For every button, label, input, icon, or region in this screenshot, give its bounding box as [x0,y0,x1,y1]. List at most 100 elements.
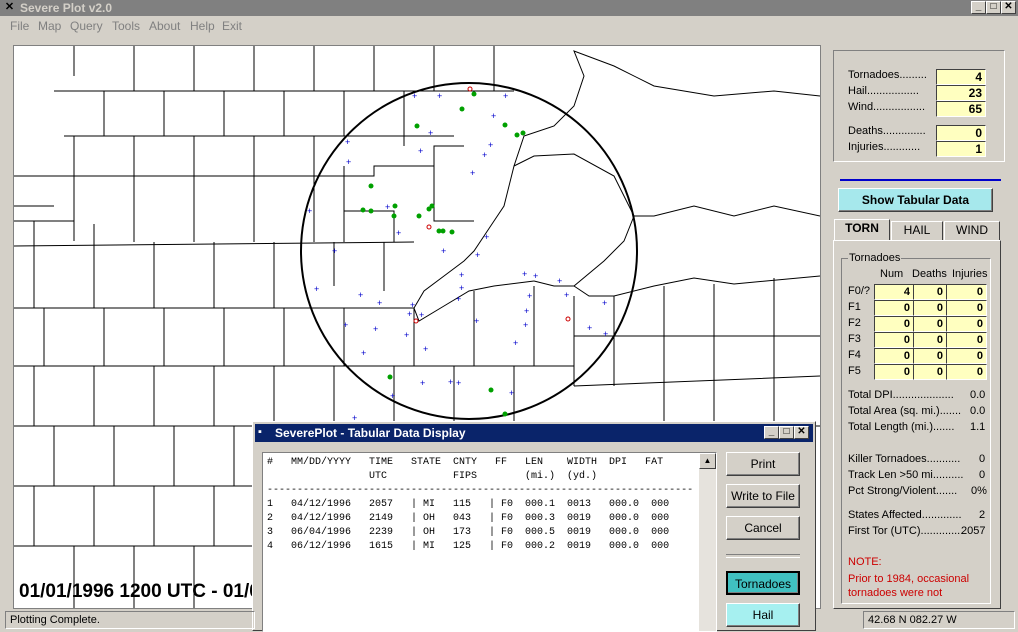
table-row: 4 06/12/1996 1615 | MI 125 | F0 000.2 00… [267,541,670,552]
table-header-line1: # MM/DD/YYYY TIME STATE CNTY FF LEN WIDT… [267,457,664,468]
f2-deaths: 0 [913,316,947,332]
status-text: Plotting Complete. [5,611,255,629]
svg-text:+: + [522,269,527,279]
svg-text:+: + [603,329,608,339]
f-scale-label: F3 [848,333,861,345]
svg-text:+: + [404,330,409,340]
svg-text:+: + [587,323,592,333]
f3-injuries: 0 [946,332,987,348]
tab-hail[interactable]: HAIL [891,221,943,241]
stat-value: 1.1 [970,421,986,433]
write-to-file-button[interactable]: Write to File [726,484,800,508]
maximize-button[interactable]: □ [986,1,1001,14]
deaths-count: 0 [936,125,986,141]
svg-text:+: + [456,378,461,388]
menu-map[interactable]: Map [38,19,61,33]
svg-text:+: + [474,316,479,326]
svg-text:+: + [491,111,496,121]
dialog-title-bar: ▪ SeverePlot - Tabular Data Display _ □ … [255,424,813,442]
svg-text:+: + [509,388,514,398]
coordinates-readout: 42.68 N 082.27 W [863,611,1015,629]
tab-wind[interactable]: WIND [944,221,1000,241]
svg-text:+: + [533,271,538,281]
tabular-text-area[interactable]: # MM/DD/YYYY TIME STATE CNTY FF LEN WIDT… [262,452,717,632]
cancel-button[interactable]: Cancel [726,516,800,540]
svg-text:+: + [459,283,464,293]
stat-label: Total Area (sq. mi.)....... [848,405,962,417]
tabular-data-dialog: ▪ SeverePlot - Tabular Data Display _ □ … [252,421,816,632]
menu-tools[interactable]: Tools [112,19,140,33]
svg-text:+: + [488,140,493,150]
menu-help[interactable]: Help [190,19,215,33]
svg-text:+: + [602,298,607,308]
note-text: Prior to 1984, occasional tornadoes were… [848,573,970,599]
f-scale-label: F0/? [848,285,871,297]
tornadoes-button[interactable]: Tornadoes [726,571,800,595]
svg-text:+: + [564,290,569,300]
f-scale-label: F2 [848,317,861,329]
menu-exit[interactable]: Exit [222,19,242,33]
col-injuries: Injuries [952,268,988,280]
menu-bar: File Map Query Tools About Help Exit [0,16,1018,36]
svg-text:+: + [456,294,461,304]
scroll-up-icon[interactable]: ▲ [699,453,716,469]
svg-text:+: + [396,228,401,238]
menu-file[interactable]: File [10,19,29,33]
injuries-count: 1 [936,141,986,157]
tornadoes-group-label: Tornadoes [848,252,902,264]
dialog-minimize-button[interactable]: _ [764,426,779,439]
stat-value: 0 [979,469,986,481]
minimize-button[interactable]: _ [971,1,986,14]
stat-value: 2057 [961,525,986,537]
f5-deaths: 0 [913,364,947,380]
deaths-label: Deaths.............. [848,125,926,137]
svg-text:+: + [523,320,528,330]
vertical-scrollbar[interactable]: ▲ [699,453,716,631]
svg-text:+: + [419,310,424,320]
table-row: 2 04/12/1996 2149 | OH 043 | F0 000.3 00… [267,513,670,524]
show-tabular-data-button[interactable]: Show Tabular Data [838,188,993,212]
hail-count: 23 [936,85,986,101]
f-scale-label: F5 [848,365,861,377]
f2-num: 0 [874,316,914,332]
svg-text:+: + [332,246,337,256]
svg-text:+: + [437,91,442,101]
f-scale-label: F1 [848,301,861,313]
svg-text:+: + [373,324,378,334]
dialog-title: SeverePlot - Tabular Data Display [275,426,466,440]
f4-num: 0 [874,348,914,364]
svg-text:+: + [420,378,425,388]
f1-deaths: 0 [913,300,947,316]
stat-label: Total DPI.................... [848,389,954,401]
stat-value: 2 [979,509,986,521]
wind-count: 65 [936,101,986,117]
svg-text:+: + [418,146,423,156]
f2-injuries: 0 [946,316,987,332]
tornadoes-label: Tornadoes......... [848,69,927,81]
stat-value: 0.0 [970,389,986,401]
torn-tab-panel: Tornadoes Num Deaths Injuries F0/? 4 0 0… [833,240,1001,609]
tab-torn[interactable]: TORN [834,219,890,241]
window-title: Severe Plot v2.0 [20,1,113,15]
svg-text:+: + [345,137,350,147]
close-button[interactable]: ✕ [1001,1,1016,14]
svg-text:+: + [358,290,363,300]
menu-query[interactable]: Query [70,19,103,33]
f4-deaths: 0 [913,348,947,364]
svg-text:+: + [377,298,382,308]
f0-deaths: 0 [913,284,947,300]
print-button[interactable]: Print [726,452,800,476]
svg-text:+: + [513,338,518,348]
svg-text:+: + [475,250,480,260]
svg-text:+: + [412,91,417,101]
tornadoes-count: 4 [936,69,986,85]
dialog-maximize-button[interactable]: □ [779,426,794,439]
f5-injuries: 0 [946,364,987,380]
hail-label: Hail................. [848,85,919,97]
divider [840,179,1001,181]
menu-about[interactable]: About [149,19,180,33]
svg-text:+: + [423,344,428,354]
note-title: NOTE: [848,556,882,568]
dialog-close-button[interactable]: ✕ [794,426,809,439]
status-bar: Plotting Complete. 42.68 N 082.27 W [0,609,1018,631]
